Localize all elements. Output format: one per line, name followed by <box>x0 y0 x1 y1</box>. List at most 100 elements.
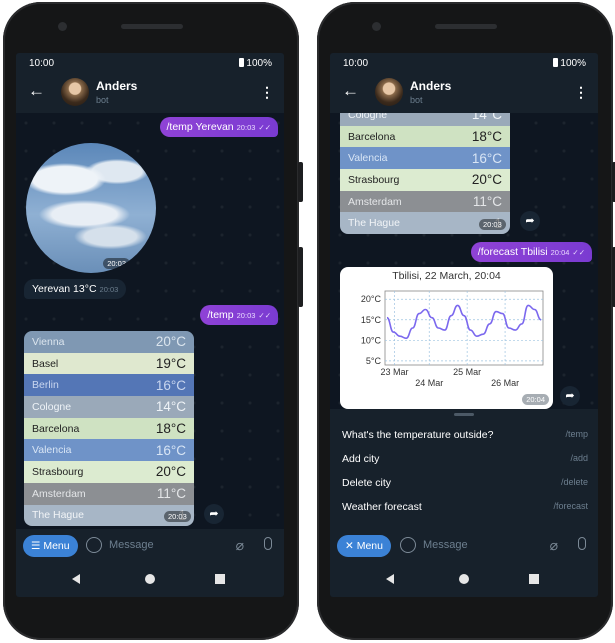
attach-icon[interactable]: ⌀ <box>550 537 558 554</box>
table-time: 20:03 <box>164 511 191 522</box>
city-name: Cologne <box>32 400 72 413</box>
table-time: 20:03 <box>479 219 506 230</box>
city-name: Cologne <box>348 113 388 121</box>
temperature-table-image[interactable]: Vienna 20°C Basel 19°C Berlin 16°C Cologne 14°C… <box>24 331 194 526</box>
city-temperature: 18°C <box>155 421 186 437</box>
table-row: Strasbourg 20°C <box>24 461 194 483</box>
share-icon[interactable]: ➦ <box>560 386 580 406</box>
attach-icon[interactable]: ⌀ <box>236 537 244 554</box>
message-text: /temp Yerevan <box>166 121 234 133</box>
bot-commands-panel: What's the temperature outside? /temp Add… <box>330 409 598 529</box>
x-tick-label: 26 Mar <box>491 378 519 388</box>
command-item[interactable]: Delete city/delete <box>342 477 588 489</box>
more-options-icon[interactable]: ⋮ <box>260 84 274 101</box>
back-arrow-icon[interactable]: ← <box>342 81 359 101</box>
city-temperature: 20°C <box>155 334 186 350</box>
table-row: Valencia 16°C <box>340 147 510 170</box>
left-phone: 10:00 100% ← Anders bot ⋮ /temp Yerevan 2… <box>3 2 303 640</box>
message-text: /temp <box>207 309 234 321</box>
menu-button[interactable]: ☰ Menu <box>23 535 78 557</box>
nav-back-icon[interactable] <box>386 574 394 584</box>
round-photo-message[interactable]: 20:03 <box>26 143 156 273</box>
battery-level: 100% <box>560 58 586 69</box>
city-name: Vienna <box>32 335 65 348</box>
command-item[interactable]: What's the temperature outside? /temp <box>342 429 588 441</box>
message-composer: ☰ Menu Message ⌀ <box>16 529 284 563</box>
more-options-icon[interactable]: ⋮ <box>574 84 588 101</box>
city-name: The Hague <box>348 217 400 230</box>
y-tick-label: 15°C <box>361 315 382 325</box>
table-row: Amsterdam 11°C <box>340 190 510 213</box>
command-name: /delete <box>560 477 588 487</box>
outgoing-message[interactable]: /temp 20:03 ✓✓ <box>200 305 278 325</box>
nav-recents-icon[interactable] <box>215 574 225 584</box>
menu-button[interactable]: ✕ Menu <box>337 535 391 557</box>
share-icon[interactable]: ➦ <box>520 211 540 231</box>
outgoing-message[interactable]: /temp Yerevan 20:03 ✓✓ <box>159 117 278 137</box>
command-label: Delete city <box>342 477 392 489</box>
menu-label: Menu <box>43 540 70 552</box>
message-text: Yerevan 13°C <box>32 283 97 295</box>
left-screen: 10:00 100% ← Anders bot ⋮ /temp Yerevan 2… <box>16 53 284 597</box>
message-input[interactable]: Message <box>109 539 154 551</box>
y-tick-label: 5°C <box>366 356 382 366</box>
table-row: Cologne 14°C <box>340 113 510 126</box>
message-composer: ✕ Menu Message ⌀ <box>330 529 598 563</box>
message-time: 20:04 <box>550 248 570 257</box>
x-tick-label: 23 Mar <box>380 367 408 377</box>
city-temperature: 20°C <box>155 464 186 480</box>
nav-recents-icon[interactable] <box>529 574 539 584</box>
command-item[interactable]: Weather forecast/forecast <box>342 501 588 513</box>
status-bar: 10:00 100% <box>330 53 598 73</box>
emoji-icon[interactable] <box>86 537 102 553</box>
command-name: /temp <box>565 429 588 439</box>
chat-header: ← Anders bot ⋮ <box>330 73 598 113</box>
message-time: 20:03 <box>236 123 256 132</box>
chat-header: ← Anders bot ⋮ <box>16 73 284 113</box>
city-temperature: 11°C <box>472 194 502 210</box>
x-tick-label: 25 Mar <box>453 367 481 377</box>
front-camera <box>58 22 67 31</box>
status-time: 10:00 <box>29 58 55 69</box>
battery-indicator: 100% <box>239 58 272 69</box>
city-temperature: 19°C <box>155 356 186 372</box>
menu-label: Menu <box>356 540 383 552</box>
table-row: Strasbourg 20°C <box>340 169 510 191</box>
share-icon[interactable]: ➦ <box>204 504 224 524</box>
chat-title[interactable]: Anders <box>96 79 137 93</box>
command-label: Weather forecast <box>342 501 422 513</box>
system-nav-bar <box>16 563 284 597</box>
temperature-series-line <box>386 304 542 340</box>
avatar[interactable] <box>375 78 403 106</box>
command-item[interactable]: Add city/add <box>342 453 588 465</box>
command-label: Add city <box>342 453 380 465</box>
system-nav-bar <box>330 563 598 597</box>
incoming-message[interactable]: Yerevan 13°C 20:03 <box>24 279 127 299</box>
table-row: Barcelona 18°C <box>24 417 194 440</box>
outgoing-message[interactable]: /forecast Tbilisi 20:04 ✓✓ <box>470 242 592 262</box>
forecast-chart-image[interactable]: Tbilisi, 22 March, 20:04 20°C 15°C 10°C 5°C… <box>340 267 553 409</box>
table-row: Basel 19°C <box>24 352 194 375</box>
back-arrow-icon[interactable]: ← <box>28 81 45 101</box>
right-phone: 10:00 100% ← Anders bot ⋮ Cologne 14°C Bar… <box>317 2 615 640</box>
message-list[interactable]: /temp Yerevan 20:03 ✓✓ 20:03 Yerevan 13°C 2… <box>16 113 284 529</box>
command-name: /add <box>570 453 588 463</box>
panel-grip <box>454 413 474 416</box>
volume-button <box>298 247 303 307</box>
emoji-icon[interactable] <box>400 537 416 553</box>
table-row: Amsterdam 11°C <box>24 482 194 505</box>
nav-home-icon[interactable] <box>145 574 155 584</box>
microphone-icon[interactable] <box>578 537 586 550</box>
front-camera <box>372 22 381 31</box>
chat-title[interactable]: Anders <box>410 79 451 93</box>
city-name: Berlin <box>32 379 59 392</box>
temperature-table-image[interactable]: Cologne 14°C Barcelona 18°C Valencia 16°C Stra… <box>340 113 510 234</box>
nav-home-icon[interactable] <box>459 574 469 584</box>
city-temperature: 14°C <box>155 399 186 415</box>
avatar[interactable] <box>61 78 89 106</box>
battery-icon <box>553 58 559 67</box>
nav-back-icon[interactable] <box>72 574 80 584</box>
microphone-icon[interactable] <box>264 537 272 550</box>
table-row: Barcelona 18°C <box>340 125 510 148</box>
message-input[interactable]: Message <box>423 539 468 551</box>
